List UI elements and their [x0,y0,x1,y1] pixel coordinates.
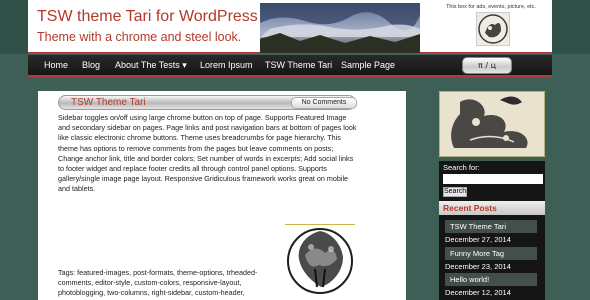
nav-item-home[interactable]: Home [44,60,68,70]
post-title-bar: TSW Theme Tari No Comments [58,95,357,110]
site-description: Theme with a chrome and steel look. [37,30,242,44]
ad-text: This box for ads, events, picture, etc. [446,4,536,10]
comments-button[interactable]: No Comments [291,97,357,109]
nav-item-tsw-theme-tari[interactable]: TSW Theme Tari [265,60,332,70]
recent-post-date: December 23, 2014 [445,262,511,271]
recent-post-link[interactable]: Funny More Tag [445,247,537,260]
recent-post-link[interactable]: TSW Theme Tari [445,220,537,233]
nav-item-sample-page[interactable]: Sample Page [341,60,395,70]
post-title[interactable]: TSW Theme Tari [71,97,146,108]
ad-image [476,12,510,46]
featured-image[interactable] [285,224,355,296]
search-label: Search for: [443,163,480,172]
nav-item-blog[interactable]: Blog [82,60,100,70]
search-input[interactable] [443,174,543,184]
post-body: Sidebar toggles on/off using large chrom… [58,113,357,194]
post-tags: Tags: featured-images, post-formats, the… [58,268,258,298]
main-content: TSW Theme Tari No Comments Sidebar toggl… [38,91,406,300]
recent-posts-heading: Recent Posts [439,201,545,215]
search-widget: Search for: Search [439,161,545,201]
nav-item-about-the-tests[interactable]: About The Tests ▾ [115,60,187,71]
site-title[interactable]: TSW theme Tari for WordPress [37,8,258,26]
recent-post-link[interactable]: Hello world! [445,273,537,286]
nav-item-lorem-ipsum[interactable]: Lorem Ipsum [200,60,253,70]
sidebar: Search for: Search Recent Posts TSW Them… [433,91,551,300]
site-header: TSW theme Tari for WordPress Theme with … [28,0,552,54]
search-button[interactable]: Search [443,187,467,197]
recent-posts-widget: Recent Posts TSW Theme Tari December 27,… [439,201,545,300]
recent-post-date: December 12, 2014 [445,288,511,297]
recent-post-date: December 27, 2014 [445,235,511,244]
header-image [260,3,420,53]
ad-box: This box for ads, events, picture, etc. [432,4,550,50]
sidebar-toggle-button[interactable]: π / ц [462,57,512,74]
sidebar-image [439,91,545,157]
